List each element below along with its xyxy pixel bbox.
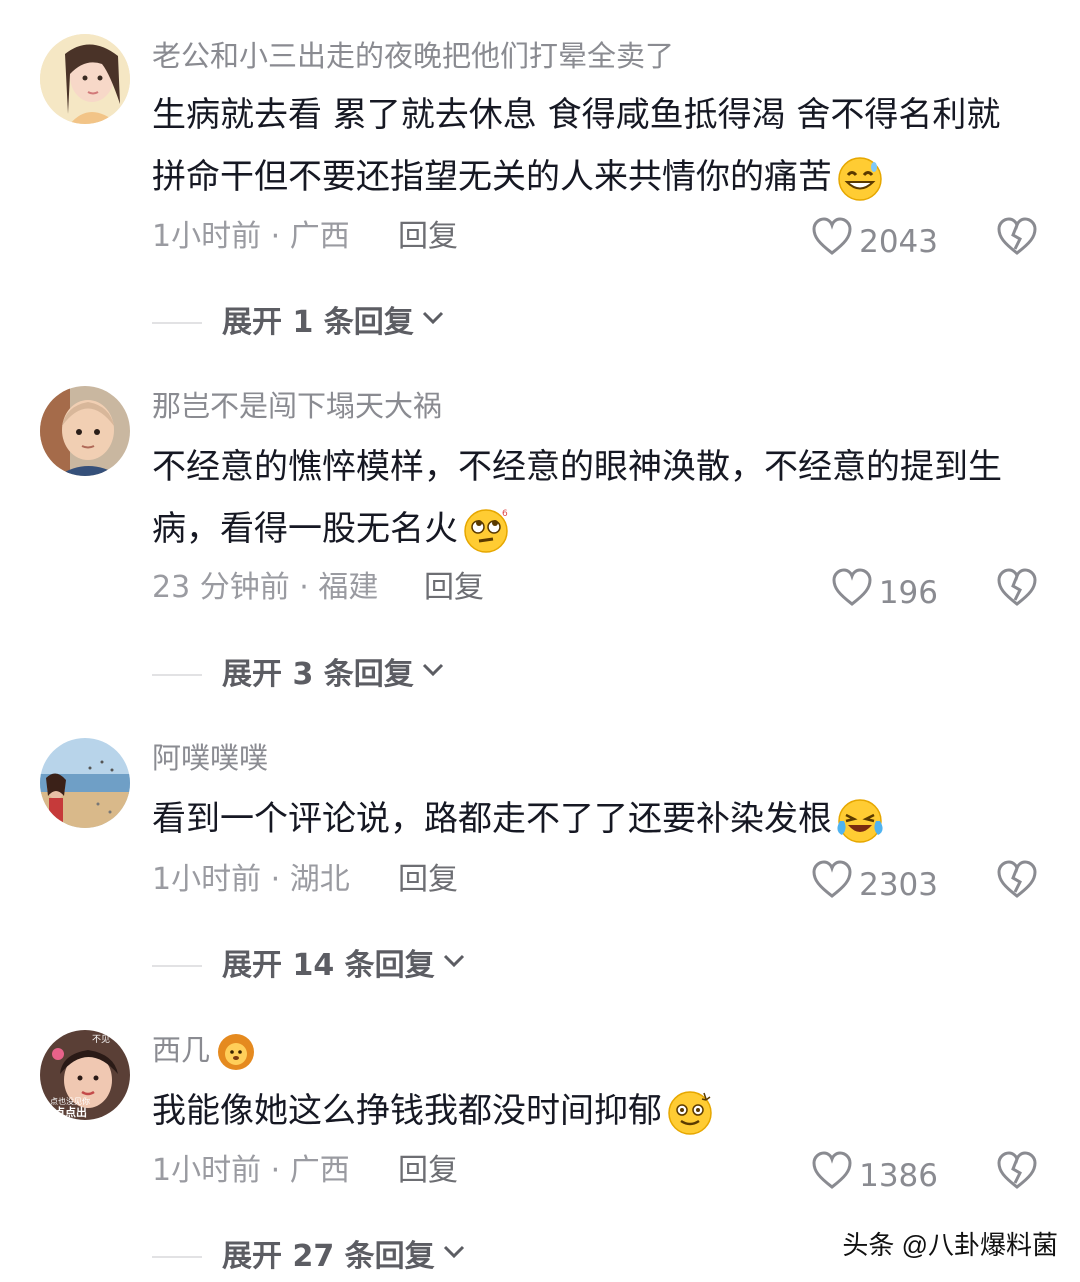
divider-line — [152, 673, 202, 676]
avatar[interactable] — [40, 738, 130, 828]
expand-label: 展开 1 条回复 — [222, 304, 414, 340]
expand-replies-button[interactable]: 展开 14 条回复 — [152, 945, 469, 986]
comment-text-content: 看到一个评论说，路都走不了了还要补染发根 — [152, 799, 832, 839]
broken-heart-icon — [996, 568, 1038, 608]
expand-label: 展开 3 条回复 — [222, 656, 414, 692]
heart-icon — [811, 217, 859, 267]
username[interactable]: 那岂不是闯下塌天大祸 — [152, 386, 442, 426]
expand-label: 展开 27 条回复 — [222, 1238, 435, 1274]
broken-heart-icon — [996, 217, 1038, 257]
like-count: 1386 — [859, 1158, 938, 1194]
avatar[interactable]: 不见 点也没见你 点点出 — [40, 1030, 130, 1120]
like-button[interactable]: 2043 — [811, 217, 938, 267]
avatar[interactable] — [40, 386, 130, 476]
comment-meta: 1小时前 · 广西 — [152, 219, 350, 254]
svg-text:6: 6 — [502, 509, 508, 519]
grinning-sweat-emoji — [836, 155, 884, 203]
avatar-caption: 点也没见你 — [50, 1096, 90, 1106]
username[interactable]: 西几 — [152, 1030, 256, 1072]
dizzy-smile-emoji — [666, 1089, 714, 1137]
expand-replies-button[interactable]: 展开 3 条回复 — [152, 654, 448, 695]
heart-icon — [811, 1151, 859, 1201]
username-text: 西几 — [152, 1033, 211, 1067]
chevron-down-icon — [435, 1236, 469, 1277]
comment-meta: 1小时前 · 湖北 — [152, 862, 350, 897]
expand-label: 展开 14 条回复 — [222, 947, 435, 983]
chevron-down-icon — [414, 654, 448, 695]
broken-heart-icon — [996, 1151, 1038, 1191]
chevron-down-icon — [435, 945, 469, 986]
chevron-down-icon — [414, 302, 448, 343]
like-count: 196 — [878, 575, 938, 611]
heart-icon — [811, 860, 859, 910]
avatar-caption: 点点出 — [54, 1105, 87, 1119]
comment-text-content: 我能像她这么挣钱我都没时间抑郁 — [152, 1091, 662, 1131]
comment-text: 我能像她这么挣钱我都没时间抑郁 — [152, 1080, 1032, 1142]
comment-text: 不经意的憔悴模样，不经意的眼神涣散，不经意的提到生病，看得一股无名火 6 — [152, 436, 1042, 560]
like-count: 2303 — [859, 867, 938, 903]
avatar-caption: 不见 — [92, 1034, 110, 1045]
reply-button[interactable]: 回复 — [398, 217, 458, 257]
dislike-button[interactable] — [996, 1151, 1038, 1191]
dislike-button[interactable] — [996, 568, 1038, 608]
eye-roll-emoji: 6 — [462, 507, 510, 555]
like-button[interactable]: 196 — [831, 568, 938, 618]
divider-line — [152, 321, 202, 324]
avatar[interactable] — [40, 34, 130, 124]
username[interactable]: 阿噗噗噗 — [152, 738, 268, 778]
lion-emoji — [216, 1032, 256, 1072]
comment-meta: 23 分钟前 · 福建 — [152, 570, 379, 605]
comment-text: 看到一个评论说，路都走不了了还要补染发根 — [152, 788, 1032, 850]
comment-text-content: 不经意的憔悴模样，不经意的眼神涣散，不经意的提到生病，看得一股无名火 — [152, 447, 1002, 549]
like-button[interactable]: 2303 — [811, 860, 938, 910]
watermark: 头条 @八卦爆料菌 — [842, 1230, 1058, 1260]
divider-line — [152, 964, 202, 967]
like-button[interactable]: 1386 — [811, 1151, 938, 1201]
dislike-button[interactable] — [996, 860, 1038, 900]
broken-heart-icon — [996, 860, 1038, 900]
reply-button[interactable]: 回复 — [398, 1151, 458, 1191]
username[interactable]: 老公和小三出走的夜晚把他们打晕全卖了 — [152, 36, 674, 76]
dislike-button[interactable] — [996, 217, 1038, 257]
comment-meta: 1小时前 · 广西 — [152, 1153, 350, 1188]
expand-replies-button[interactable]: 展开 27 条回复 — [152, 1236, 469, 1277]
like-count: 2043 — [859, 224, 938, 260]
crying-laughing-emoji — [836, 797, 884, 845]
expand-replies-button[interactable]: 展开 1 条回复 — [152, 302, 448, 343]
reply-button[interactable]: 回复 — [424, 568, 484, 608]
heart-icon — [831, 568, 879, 618]
reply-button[interactable]: 回复 — [398, 860, 458, 900]
comment-text: 生病就去看 累了就去休息 食得咸鱼抵得渴 舍不得名利就拼命干但不要还指望无关的人… — [152, 84, 1032, 208]
divider-line — [152, 1255, 202, 1258]
